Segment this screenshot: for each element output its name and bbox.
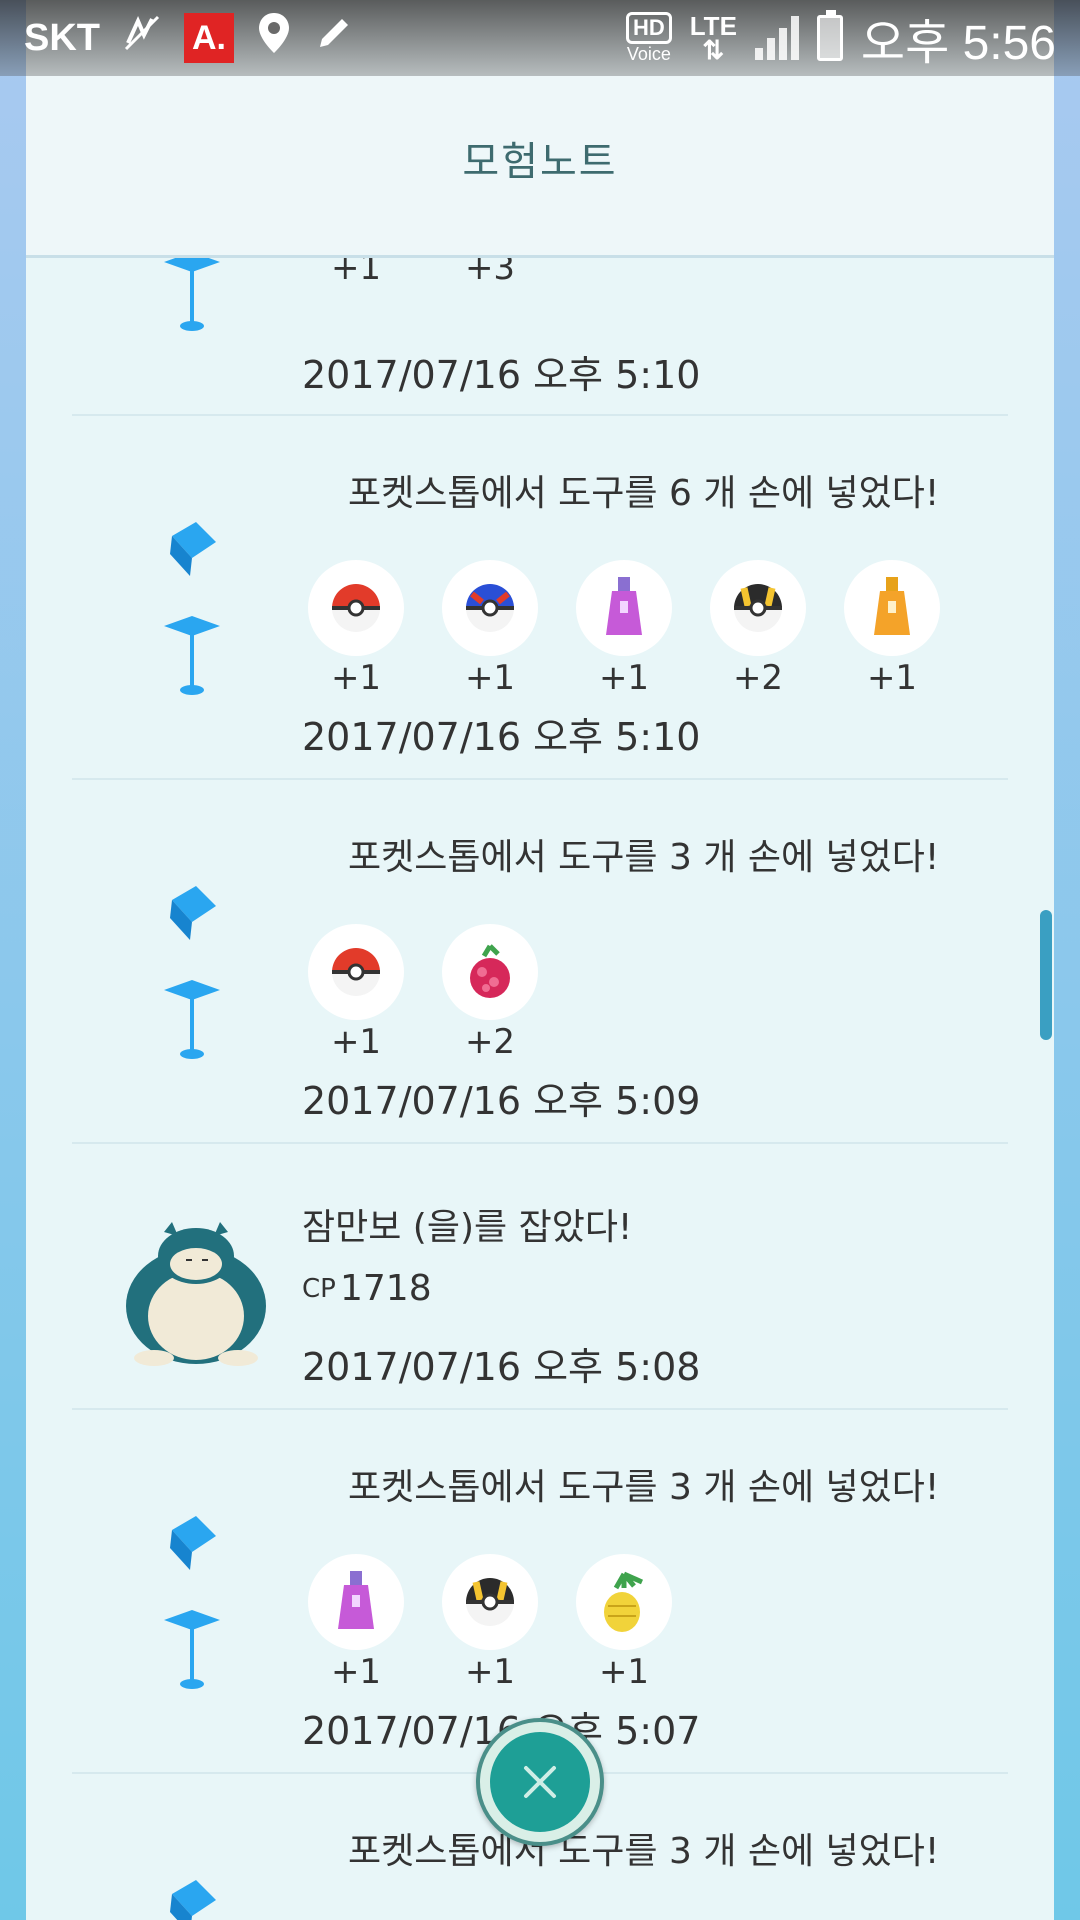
pokestop-icon xyxy=(170,1880,216,1920)
ultra-ball-icon xyxy=(710,560,806,656)
item-count: +1 xyxy=(598,658,650,698)
item-count: +1 xyxy=(330,658,382,698)
page-title: 모험노트 xyxy=(462,139,618,185)
razz-berry-icon xyxy=(442,924,538,1020)
ultra-ball-icon xyxy=(442,1554,538,1650)
entry-title: 포켓스톱에서 도구를 3 개 손에 넣었다! xyxy=(348,1831,940,1872)
entry-date: 2017/07/16 오후 5:10 xyxy=(302,353,701,397)
background-left-edge xyxy=(0,0,26,1920)
no-call-icon xyxy=(122,13,162,63)
hd-label: HD xyxy=(625,12,672,44)
scrollbar[interactable] xyxy=(1040,910,1052,1040)
entry-date: 2017/07/16 오후 5:08 xyxy=(302,1345,701,1389)
hyper-potion-icon xyxy=(844,560,940,656)
cp-label: CP xyxy=(302,1274,336,1304)
item-reward: +1 xyxy=(844,560,940,698)
list-item: 포켓스톱에서 도구를 6 개 손에 넣었다! +1 +1 +1 +2 +1 20… xyxy=(72,416,1008,780)
pencil-icon xyxy=(314,13,354,63)
list-item: 잠만보 (을)를 잡았다! CP 1718 2017/07/16 오후 5:08 xyxy=(72,1144,1008,1410)
item-reward: +1 xyxy=(442,1554,538,1692)
item-count: +1 xyxy=(598,1652,650,1692)
close-icon xyxy=(490,1732,590,1832)
journal-list[interactable]: +1 +3 2017/07/16 오후 5:10 포켓스톱에서 도구를 6 개 … xyxy=(26,0,1054,1920)
entry-title: 잠만보 (을)를 잡았다! xyxy=(302,1207,633,1248)
item-reward: +1 xyxy=(442,560,538,698)
data-arrows-icon: ⇅ xyxy=(702,35,725,65)
pokestop-icon xyxy=(164,252,220,331)
item-count: +1 xyxy=(464,658,516,698)
hd-voice-icon: HD Voice xyxy=(625,12,672,64)
clock: 오후 5:56 xyxy=(860,17,1056,70)
item-count: +1 xyxy=(464,1652,516,1692)
signal-icon xyxy=(754,16,799,60)
list-item: 포켓스톱에서 도구를 3 개 손에 넣었다! +1 +2 2017/07/16 … xyxy=(72,780,1008,1144)
entry-date: 2017/07/16 오후 5:10 xyxy=(302,715,701,759)
journal-panel: +1 +3 2017/07/16 오후 5:10 포켓스톱에서 도구를 6 개 … xyxy=(26,0,1054,1920)
background-right-edge xyxy=(1054,0,1080,1920)
item-count: +1 xyxy=(330,1652,382,1692)
pokestop-icon xyxy=(164,522,220,695)
poke-ball-icon xyxy=(308,924,404,1020)
voice-label: Voice xyxy=(626,44,671,64)
location-icon xyxy=(256,11,292,65)
item-count: +1 xyxy=(330,1022,382,1062)
item-reward: +1 xyxy=(576,560,672,698)
item-reward: +1 xyxy=(576,1554,672,1692)
item-count: +2 xyxy=(464,1022,516,1062)
entry-title: 포켓스톱에서 도구를 3 개 손에 넣었다! xyxy=(348,1467,940,1508)
cp-value: 1718 xyxy=(340,1268,432,1309)
item-reward: +1 xyxy=(308,560,404,698)
snorlax-icon xyxy=(126,1222,266,1366)
super-potion-icon xyxy=(576,560,672,656)
item-reward: +2 xyxy=(442,924,538,1062)
entry-title: 포켓스톱에서 도구를 3 개 손에 넣었다! xyxy=(348,837,940,878)
battery-icon xyxy=(816,10,843,61)
pinap-berry-icon xyxy=(576,1554,672,1650)
close-button[interactable] xyxy=(476,1718,604,1846)
pokestop-icon xyxy=(164,886,220,1059)
super-potion-icon xyxy=(308,1554,404,1650)
lte-icon: LTE ⇅ xyxy=(690,13,737,65)
item-reward: +2 xyxy=(710,560,806,698)
entry-date: 2017/07/16 오후 5:09 xyxy=(302,1079,701,1123)
great-ball-icon xyxy=(442,560,538,656)
item-count: +1 xyxy=(866,658,918,698)
poke-ball-icon xyxy=(308,560,404,656)
status-bar: SKT A. HD Voice LTE ⇅ 오후 5:56 xyxy=(0,0,1080,76)
item-reward: +1 xyxy=(308,1554,404,1692)
adobe-icon: A. xyxy=(184,13,234,63)
item-reward: +1 xyxy=(308,924,404,1062)
item-count: +2 xyxy=(732,658,784,698)
pokestop-icon xyxy=(164,1516,220,1689)
entry-title: 포켓스톱에서 도구를 6 개 손에 넣었다! xyxy=(348,473,940,514)
carrier-label: SKT xyxy=(24,16,100,59)
